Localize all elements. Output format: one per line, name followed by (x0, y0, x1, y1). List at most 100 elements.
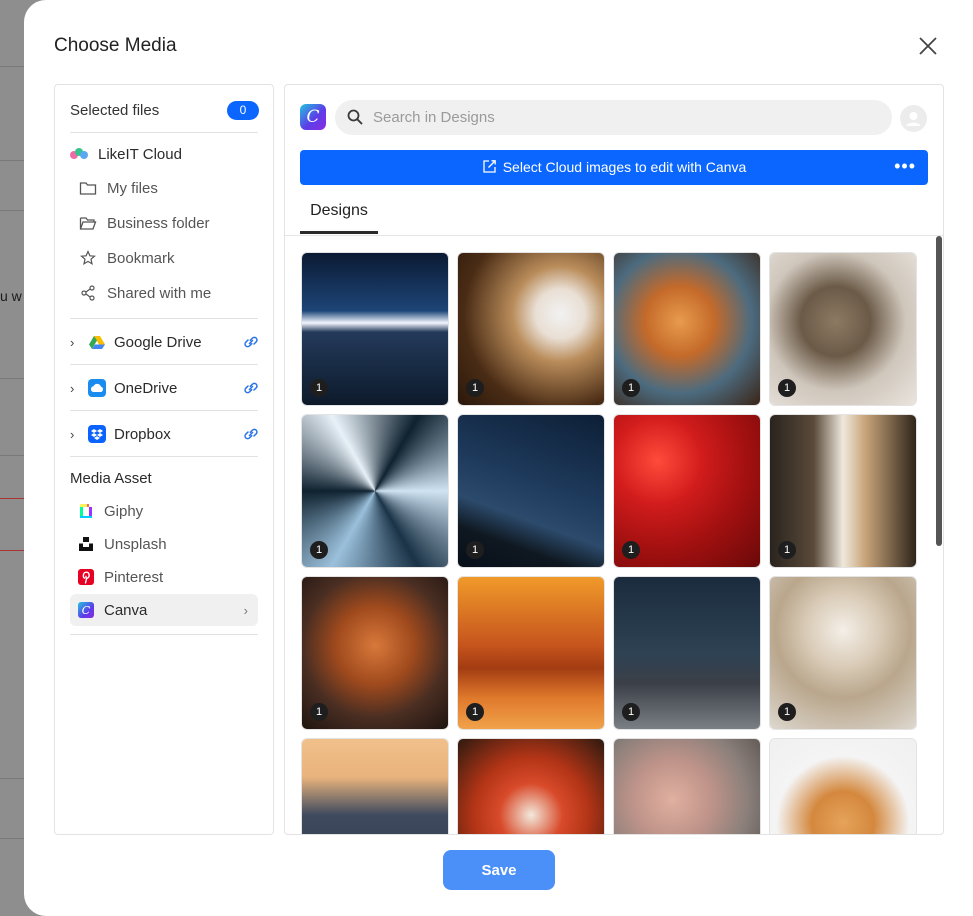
link-icon[interactable] (242, 334, 260, 350)
chevron-right-icon[interactable]: › (70, 335, 82, 350)
search-input[interactable] (373, 100, 873, 135)
link-icon[interactable] (242, 380, 260, 396)
divider (70, 456, 258, 457)
design-tile[interactable]: 1 (457, 252, 605, 406)
chevron-right-icon: › (243, 602, 248, 618)
canva-logo: C (300, 104, 326, 130)
divider (70, 634, 258, 635)
source-sidebar: Selected files 0 LikeIT Cloud My files B… (54, 84, 274, 835)
more-options-button[interactable]: ••• (894, 156, 916, 177)
design-thumbnail (302, 739, 448, 834)
design-tile[interactable] (301, 738, 449, 834)
sidebar-item-bookmark[interactable]: Bookmark (79, 249, 175, 267)
search-icon (347, 109, 363, 125)
asset-label: Pinterest (104, 568, 164, 586)
link-icon[interactable] (242, 426, 260, 442)
divider (70, 318, 258, 319)
design-tile[interactable]: 1 (769, 576, 917, 730)
dropbox-icon (88, 425, 106, 443)
avatar[interactable] (900, 105, 927, 132)
canva-panel: C Select Cloud images to edit with Canva… (284, 84, 944, 835)
canva-icon: C (78, 602, 94, 618)
likeit-cloud-icon (70, 148, 88, 159)
close-icon (919, 37, 937, 55)
provider-label: Dropbox (114, 425, 171, 443)
sidebar-item-shared-with-me[interactable]: Shared with me (79, 284, 211, 302)
asset-giphy[interactable]: Giphy (70, 495, 258, 527)
design-tile[interactable]: 1 (457, 414, 605, 568)
asset-label: Giphy (104, 502, 144, 520)
close-button[interactable] (916, 34, 940, 58)
giphy-icon (78, 503, 94, 519)
design-thumbnail (458, 739, 604, 834)
folder-open-icon (79, 214, 97, 232)
google-drive-icon (88, 333, 106, 351)
star-icon (79, 249, 97, 267)
design-tile[interactable]: 1 (613, 252, 761, 406)
provider-dropbox[interactable]: › Dropbox (70, 423, 260, 445)
grid-scrollbar[interactable] (936, 236, 942, 546)
design-tile[interactable]: 1 (769, 252, 917, 406)
page-count-badge: 1 (310, 379, 328, 397)
modal-title: Choose Media (54, 35, 177, 56)
chevron-right-icon[interactable]: › (70, 381, 82, 396)
design-thumbnail (614, 739, 760, 834)
design-tile[interactable] (613, 738, 761, 834)
design-tile[interactable]: 1 (613, 414, 761, 568)
asset-pinterest[interactable]: Pinterest (70, 561, 258, 593)
design-tile[interactable]: 1 (301, 252, 449, 406)
provider-label: OneDrive (114, 379, 178, 397)
divider (70, 364, 258, 365)
asset-label: Unsplash (104, 535, 167, 553)
backdrop-text: u w (0, 288, 22, 304)
provider-onedrive[interactable]: › OneDrive (70, 377, 260, 399)
onedrive-icon (88, 379, 106, 397)
media-asset-title: Media Asset (70, 470, 152, 487)
design-tile[interactable]: 1 (301, 414, 449, 568)
divider (70, 132, 258, 133)
page-count-badge: 1 (466, 541, 484, 559)
edit-external-icon (483, 160, 496, 173)
design-tile[interactable] (769, 738, 917, 834)
edit-with-canva-button[interactable]: Select Cloud images to edit with Canva •… (300, 150, 928, 185)
asset-canva[interactable]: C Canva › (70, 594, 258, 626)
design-thumbnail (770, 739, 916, 834)
save-button[interactable]: Save (443, 850, 555, 890)
provider-google-drive[interactable]: › Google Drive (70, 331, 260, 353)
unsplash-icon (78, 536, 94, 552)
sidebar-item-my-files[interactable]: My files (79, 179, 158, 197)
sidebar-item-label: Business folder (107, 214, 210, 232)
page-count-badge: 1 (466, 379, 484, 397)
design-tile[interactable]: 1 (301, 576, 449, 730)
asset-label: Canva (104, 601, 148, 619)
page-count-badge: 1 (310, 703, 328, 721)
sidebar-item-business-folder[interactable]: Business folder (79, 214, 210, 232)
search-box[interactable] (335, 100, 892, 135)
design-grid: 1 1 1 1 1 1 1 1 1 1 1 1 (285, 236, 943, 834)
page-count-badge: 1 (622, 541, 640, 559)
sidebar-item-label: Bookmark (107, 249, 175, 267)
asset-unsplash[interactable]: Unsplash (70, 528, 258, 560)
chevron-right-icon[interactable]: › (70, 427, 82, 442)
tab-designs[interactable]: Designs (300, 200, 378, 234)
divider (70, 410, 258, 411)
page-count-badge: 1 (466, 703, 484, 721)
page-count-badge: 1 (778, 541, 796, 559)
share-icon (79, 284, 97, 302)
page-count-badge: 1 (778, 379, 796, 397)
design-tile[interactable] (457, 738, 605, 834)
design-tile[interactable]: 1 (613, 576, 761, 730)
sidebar-item-label: My files (107, 179, 158, 197)
selected-files-label: Selected files (70, 102, 160, 119)
design-tile[interactable]: 1 (769, 414, 917, 568)
page-count-badge: 1 (622, 703, 640, 721)
likeit-cloud-title[interactable]: LikeIT Cloud (98, 146, 182, 163)
user-icon (906, 112, 921, 126)
design-tile[interactable]: 1 (457, 576, 605, 730)
sidebar-item-label: Shared with me (107, 284, 212, 302)
page-count-badge: 1 (622, 379, 640, 397)
selected-count-badge: 0 (227, 101, 259, 120)
folder-icon (79, 179, 97, 197)
provider-label: Google Drive (114, 333, 202, 351)
page-count-badge: 1 (778, 703, 796, 721)
